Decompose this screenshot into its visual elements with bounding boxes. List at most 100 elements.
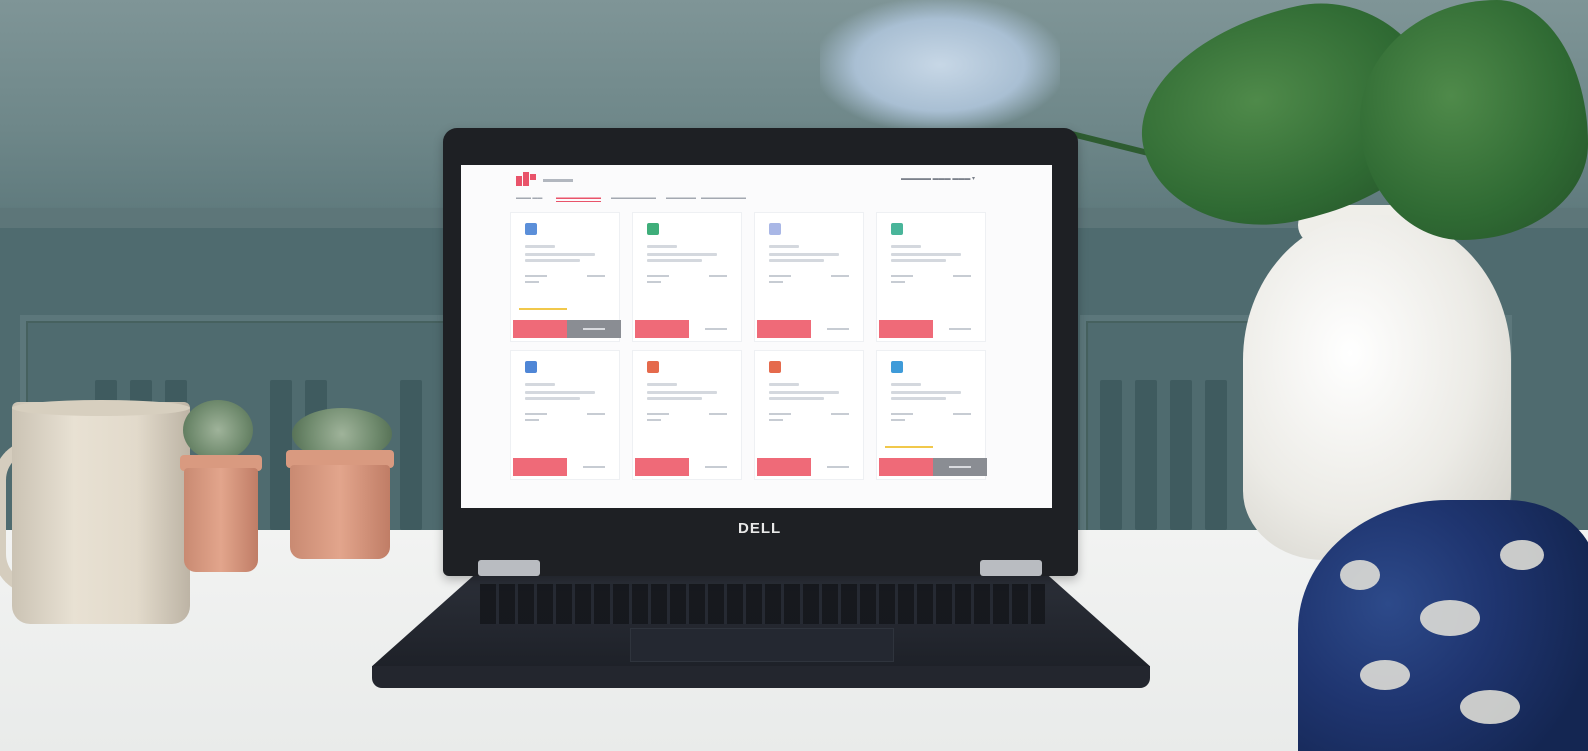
card-description (891, 391, 961, 394)
secondary-button[interactable] (933, 458, 987, 476)
terracotta-pot (184, 468, 258, 572)
ceramic-mug (12, 402, 190, 624)
card-meta (891, 413, 973, 427)
primary-button[interactable] (635, 320, 689, 338)
card-meta (769, 275, 851, 289)
course-card[interactable] (877, 213, 985, 341)
course-card[interactable] (877, 351, 987, 479)
secondary-button[interactable] (567, 320, 621, 338)
radiator-slat (400, 380, 422, 530)
primary-button[interactable] (879, 458, 933, 476)
card-description (647, 397, 702, 400)
radiator-slat (1135, 380, 1157, 530)
app-tabs: ▬▬▬ ▬▬ ▬▬▬▬▬▬▬▬▬ ▬▬▬▬▬▬▬▬▬ ▬▬▬▬▬▬ ▬▬▬▬▬▬… (516, 195, 996, 205)
card-title (647, 383, 677, 386)
app-header: ▬▬▬ ▬▬▬▬▬ ▬▬▬ ▬▬▬ ▾ ▬▬▬ ▬▬ ▬▬▬▬▬▬▬▬▬ ▬▬▬… (461, 165, 1052, 205)
course-icon (769, 361, 781, 373)
mug-rim (12, 400, 190, 416)
blanket-pattern (1500, 540, 1544, 570)
course-card[interactable] (755, 213, 863, 341)
tab-5[interactable]: ▬▬▬▬▬▬▬▬▬ (701, 195, 746, 201)
card-description (769, 397, 824, 400)
card-description (647, 391, 717, 394)
course-card[interactable] (511, 351, 619, 479)
course-card[interactable] (511, 213, 621, 341)
blanket-pattern (1340, 560, 1380, 590)
course-icon (891, 223, 903, 235)
card-description (891, 253, 961, 256)
laptop-hinge (980, 560, 1042, 576)
card-description (525, 259, 580, 262)
primary-button[interactable] (757, 320, 811, 338)
terracotta-pot (290, 465, 390, 559)
succulent (183, 400, 253, 460)
secondary-button[interactable] (811, 458, 865, 476)
card-title (647, 245, 677, 248)
primary-button[interactable] (513, 320, 567, 338)
card-description (647, 253, 717, 256)
card-title (891, 383, 921, 386)
tab-3[interactable]: ▬▬▬▬▬▬▬▬▬ (611, 195, 656, 201)
course-card[interactable] (633, 213, 741, 341)
secondary-button[interactable] (689, 458, 743, 476)
app-wordmark: ▬▬▬ (543, 174, 573, 185)
course-icon (647, 223, 659, 235)
card-title (891, 245, 921, 248)
card-description (769, 259, 824, 262)
card-title (525, 245, 555, 248)
primary-button[interactable] (757, 458, 811, 476)
secondary-button[interactable] (811, 320, 865, 338)
tab-4[interactable]: ▬▬▬▬▬▬ (666, 195, 696, 201)
secondary-button[interactable] (689, 320, 743, 338)
blanket-pattern (1460, 690, 1520, 724)
secondary-button[interactable] (933, 320, 987, 338)
card-meta (647, 275, 729, 289)
app-logo-icon (516, 172, 538, 188)
progress-bar (519, 308, 567, 310)
blurred-leaf (820, 0, 1060, 130)
card-description (525, 253, 595, 256)
primary-button[interactable] (635, 458, 689, 476)
course-icon (769, 223, 781, 235)
primary-button[interactable] (879, 320, 933, 338)
primary-button[interactable] (513, 458, 567, 476)
radiator-slat (1170, 380, 1192, 530)
course-icon (891, 361, 903, 373)
laptop-trackpad (630, 628, 894, 662)
course-card[interactable] (633, 351, 741, 479)
laptop-front-edge (372, 666, 1150, 688)
blanket-pattern (1420, 600, 1480, 636)
progress-bar (885, 446, 933, 448)
course-icon (525, 361, 537, 373)
tab-active[interactable]: ▬▬▬▬▬▬▬▬▬ (556, 195, 601, 202)
course-icon (647, 361, 659, 373)
radiator-slat (1205, 380, 1227, 530)
user-menu[interactable]: ▬▬▬▬▬ ▬▬▬ ▬▬▬ ▾ (901, 175, 975, 182)
card-description (891, 397, 946, 400)
course-icon (525, 223, 537, 235)
card-title (769, 383, 799, 386)
card-title (525, 383, 555, 386)
laptop-hinge (478, 560, 540, 576)
radiator-slat (1100, 380, 1122, 530)
card-description (891, 259, 946, 262)
blanket-pattern (1360, 660, 1410, 690)
card-description (525, 391, 595, 394)
card-meta (647, 413, 729, 427)
laptop-keyboard (480, 584, 1045, 624)
tab-1[interactable]: ▬▬▬ ▬▬ (516, 195, 542, 201)
secondary-button[interactable] (567, 458, 621, 476)
card-description (647, 259, 702, 262)
card-meta (891, 275, 973, 289)
card-description (769, 391, 839, 394)
card-title (769, 245, 799, 248)
card-meta (525, 413, 607, 427)
card-meta (525, 275, 607, 289)
card-meta (769, 413, 851, 427)
photo-scene: DELL ▬▬▬ ▬▬▬▬▬ ▬▬▬ ▬▬▬ ▾ ▬▬▬ ▬▬ ▬▬▬▬▬▬▬▬… (0, 0, 1588, 751)
dell-logo: DELL (738, 520, 782, 537)
card-description (769, 253, 839, 256)
laptop-screen: ▬▬▬ ▬▬▬▬▬ ▬▬▬ ▬▬▬ ▾ ▬▬▬ ▬▬ ▬▬▬▬▬▬▬▬▬ ▬▬▬… (461, 165, 1052, 508)
course-card[interactable] (755, 351, 863, 479)
card-description (525, 397, 580, 400)
